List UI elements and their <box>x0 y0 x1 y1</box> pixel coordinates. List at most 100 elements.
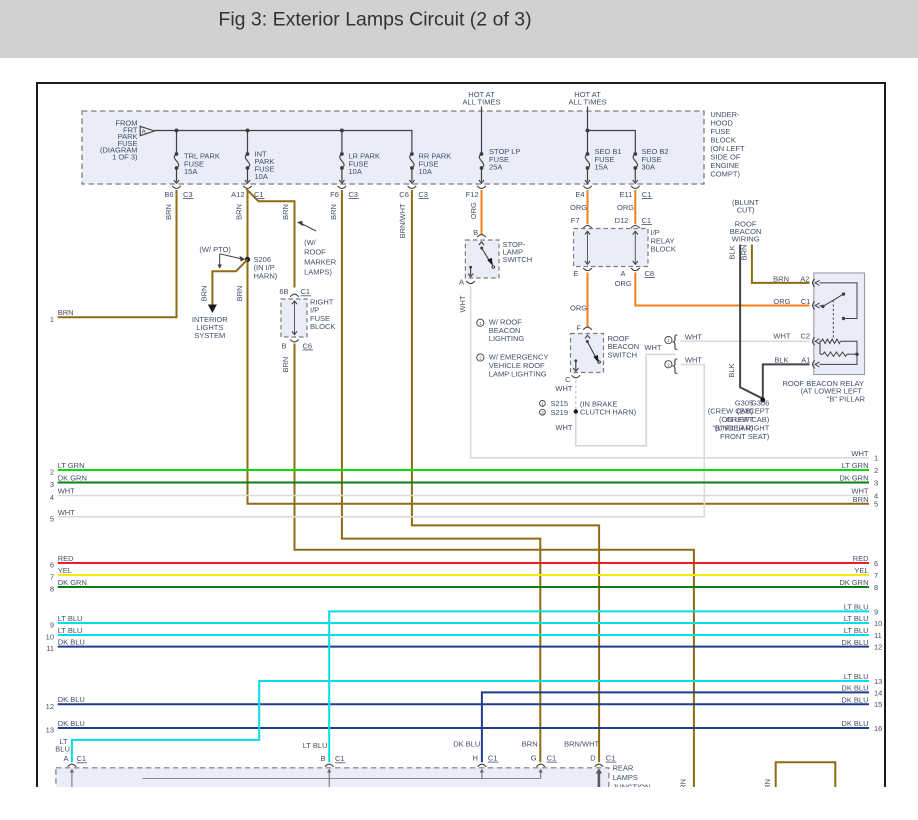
svg-text:(W/: (W/ <box>304 238 317 247</box>
svg-text:C1: C1 <box>547 754 557 763</box>
svg-text:16: 16 <box>874 724 882 733</box>
svg-text:13: 13 <box>874 677 882 686</box>
svg-text:F6: F6 <box>330 190 339 199</box>
svg-text:BRN: BRN <box>329 204 338 220</box>
svg-text:30A: 30A <box>642 163 655 172</box>
svg-text:E4: E4 <box>575 190 584 199</box>
svg-text:DK GRN: DK GRN <box>839 474 868 483</box>
svg-text:15: 15 <box>874 700 882 709</box>
svg-text:ORG: ORG <box>617 203 634 212</box>
svg-text:8: 8 <box>874 583 878 592</box>
svg-text:MARKER: MARKER <box>304 258 337 267</box>
svg-text:WHT: WHT <box>685 333 702 342</box>
svg-text:DK BLU: DK BLU <box>841 638 868 647</box>
svg-text:RED: RED <box>853 554 869 563</box>
svg-text:BLK: BLK <box>774 355 788 364</box>
svg-text:LT BLU: LT BLU <box>303 741 328 750</box>
svg-text:13: 13 <box>46 726 54 735</box>
svg-text:WHT: WHT <box>555 384 572 393</box>
svg-text:8: 8 <box>50 585 54 594</box>
svg-text:BLK: BLK <box>727 363 736 377</box>
svg-text:WIRING: WIRING <box>732 235 760 244</box>
svg-text:C1: C1 <box>801 297 811 306</box>
svg-text:F12: F12 <box>466 190 479 199</box>
svg-text:ORG: ORG <box>773 297 790 306</box>
svg-text:14: 14 <box>874 688 882 697</box>
svg-text:Fig 3: Exterior Lamps Circuit: Fig 3: Exterior Lamps Circuit (2 of 3) <box>218 9 531 31</box>
svg-text:DK BLU: DK BLU <box>841 719 868 728</box>
svg-text:A12: A12 <box>231 190 244 199</box>
svg-text:YEL: YEL <box>854 566 868 575</box>
svg-text:1: 1 <box>50 315 54 324</box>
svg-text:COMPT): COMPT) <box>710 169 740 178</box>
svg-text:C1: C1 <box>77 754 87 763</box>
svg-text:CLUTCH HARN): CLUTCH HARN) <box>580 408 637 417</box>
svg-text:WHT: WHT <box>58 508 75 517</box>
svg-text:BRN: BRN <box>853 495 869 504</box>
svg-text:25A: 25A <box>489 163 502 172</box>
svg-text:1 OF 3): 1 OF 3) <box>112 153 138 162</box>
svg-text:ORG: ORG <box>615 279 632 288</box>
svg-text:DK BLU: DK BLU <box>58 719 85 728</box>
svg-text:DK BLU: DK BLU <box>841 684 868 693</box>
svg-text:C1: C1 <box>642 190 652 199</box>
svg-text:DK BLU: DK BLU <box>841 695 868 704</box>
svg-text:BRN: BRN <box>740 245 749 261</box>
svg-text:DK BLU: DK BLU <box>58 695 85 704</box>
svg-text:2: 2 <box>874 466 878 475</box>
svg-text:A2: A2 <box>800 274 809 283</box>
svg-text:ORG: ORG <box>570 303 587 312</box>
svg-text:G: G <box>531 754 537 763</box>
svg-text:F7: F7 <box>571 216 580 225</box>
svg-text:BRN/WHT: BRN/WHT <box>398 203 407 238</box>
svg-text:LT GRN: LT GRN <box>58 461 85 470</box>
svg-text:6: 6 <box>874 559 878 568</box>
svg-text:LT BLU: LT BLU <box>844 672 869 681</box>
svg-text:BRN: BRN <box>522 740 538 749</box>
svg-text:BLK: BLK <box>728 245 737 259</box>
svg-text:12: 12 <box>46 702 54 711</box>
svg-text:LT BLU: LT BLU <box>844 614 869 623</box>
svg-text:LAMPS): LAMPS) <box>304 267 332 276</box>
svg-text:B6: B6 <box>164 190 173 199</box>
svg-text:B: B <box>473 228 478 237</box>
svg-text:C3: C3 <box>418 190 428 199</box>
svg-text:10: 10 <box>874 619 882 628</box>
svg-text:5: 5 <box>50 514 54 523</box>
svg-text:RED: RED <box>58 554 74 563</box>
svg-text:DK GRN: DK GRN <box>58 578 87 587</box>
svg-text:2: 2 <box>50 468 54 477</box>
svg-text:F: F <box>576 323 581 332</box>
svg-text:C2: C2 <box>801 332 811 341</box>
svg-text:E11: E11 <box>620 190 633 199</box>
svg-text:BRN: BRN <box>281 204 290 220</box>
svg-text:BRN: BRN <box>773 274 789 283</box>
svg-text:C1: C1 <box>301 287 311 296</box>
svg-text:10A: 10A <box>419 167 432 176</box>
svg-text:A1: A1 <box>801 355 810 364</box>
svg-text:LAMP LIGHTING: LAMP LIGHTING <box>489 369 547 378</box>
svg-text:B: B <box>281 341 286 350</box>
svg-text:A: A <box>63 754 68 763</box>
svg-text:SYSTEM: SYSTEM <box>194 331 225 340</box>
svg-text:C1: C1 <box>335 754 345 763</box>
svg-text:D12: D12 <box>615 216 629 225</box>
svg-text:BRN: BRN <box>58 308 74 317</box>
svg-text:SWITCH: SWITCH <box>503 255 533 264</box>
svg-text:BRN/WHT: BRN/WHT <box>564 740 599 749</box>
svg-text:6: 6 <box>50 561 54 570</box>
svg-text:9: 9 <box>50 621 54 630</box>
svg-text:B: B <box>320 754 325 763</box>
svg-text:10: 10 <box>46 633 54 642</box>
svg-text:C6: C6 <box>303 341 313 350</box>
svg-text:REAR: REAR <box>613 764 634 773</box>
svg-text:HARN): HARN) <box>254 271 278 280</box>
svg-text:"B" PILLAR: "B" PILLAR <box>827 394 866 403</box>
svg-text:YEL: YEL <box>58 566 72 575</box>
svg-text:C8: C8 <box>645 269 655 278</box>
svg-text:{: { <box>672 333 678 351</box>
svg-text:LT BLU: LT BLU <box>58 626 83 635</box>
svg-text:WHT: WHT <box>644 343 661 352</box>
svg-text:BRN: BRN <box>235 204 244 220</box>
svg-text:{: { <box>672 357 678 375</box>
